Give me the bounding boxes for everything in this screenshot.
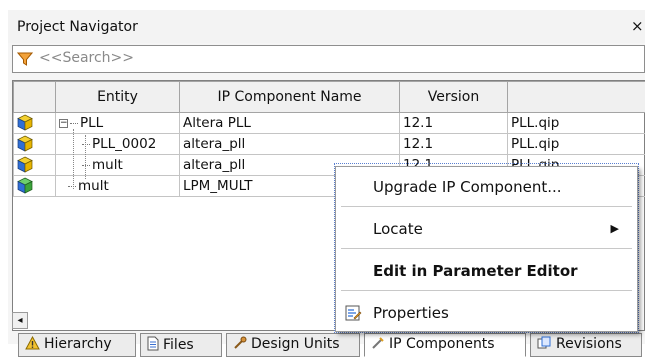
version-cell: 12.1 [400, 113, 508, 134]
menu-item-label: Locate [373, 220, 423, 238]
navigator-tabs: Hierarchy Files Design Units IP Componen… [14, 333, 645, 357]
tab-hierarchy[interactable]: Hierarchy [18, 333, 136, 357]
menu-item-label: Edit in Parameter Editor [373, 262, 578, 280]
tree-connector [85, 135, 86, 179]
menu-item-label: Upgrade IP Component... [373, 178, 562, 196]
file-cell: PLL.qip [508, 113, 645, 134]
table-row[interactable]: PLL_0002 altera_pll 12.1 PLL.qip [14, 134, 645, 155]
tab-label: Hierarchy [44, 336, 112, 352]
tab-label: Design Units [251, 336, 340, 352]
entity-cell: PLL_0002 [56, 134, 180, 155]
collapse-toggle[interactable]: − [59, 119, 68, 128]
row-icon-cell [14, 176, 56, 197]
column-header-ip-component-name[interactable]: IP Component Name [180, 82, 400, 113]
menu-separator [341, 248, 632, 249]
version-cell: 12.1 [400, 134, 508, 155]
hierarchy-warning-icon [25, 336, 40, 354]
menu-item-edit-in-parameter-editor[interactable]: Edit in Parameter Editor [336, 259, 637, 283]
properties-icon [344, 304, 362, 329]
tab-revisions[interactable]: Revisions [530, 333, 642, 357]
context-menu: Upgrade IP Component... Locate ▶ Edit in… [335, 166, 638, 332]
row-icon-cell [14, 155, 56, 176]
tab-design-units[interactable]: Design Units [226, 333, 360, 357]
entity-name: mult [92, 157, 123, 173]
file-cell: PLL.qip [508, 134, 645, 155]
tab-label: Revisions [556, 336, 622, 352]
menu-item-properties[interactable]: Properties [336, 301, 637, 325]
entity-cell: mult [56, 155, 180, 176]
component-cell: Altera PLL [180, 113, 400, 134]
column-header-entity[interactable]: Entity [56, 82, 180, 113]
table-header-row: Entity IP Component Name Version [14, 82, 645, 113]
ip-component-green-icon [14, 178, 33, 194]
table-row[interactable]: − PLL Altera PLL 12.1 PLL.qip [14, 113, 645, 134]
menu-item-label: Properties [373, 304, 449, 322]
row-icon-cell [14, 134, 56, 155]
menu-separator [341, 290, 632, 291]
column-header-file[interactable] [508, 82, 645, 113]
tree-connector [73, 129, 74, 189]
close-icon[interactable]: × [631, 17, 644, 35]
entity-name: PLL [80, 115, 103, 131]
menu-separator [341, 206, 632, 207]
ip-component-icon [14, 115, 33, 131]
menu-item-locate[interactable]: Locate ▶ [336, 217, 637, 241]
panel-titlebar: Project Navigator × [8, 10, 645, 43]
panel-title: Project Navigator [17, 19, 138, 35]
ip-component-icon [14, 157, 33, 173]
submenu-arrow-icon: ▶ [611, 217, 619, 241]
search-field[interactable]: <<Search>> [12, 45, 645, 73]
revisions-icon [537, 336, 552, 354]
entity-cell: − PLL [56, 113, 180, 134]
entity-cell: mult [56, 176, 180, 197]
tab-ip-components[interactable]: IP Components [364, 333, 526, 357]
tab-label: IP Components [389, 336, 495, 352]
scroll-left-button[interactable]: ◂ [12, 312, 28, 329]
funnel-icon[interactable] [17, 51, 33, 71]
search-placeholder: <<Search>> [39, 50, 134, 66]
component-cell: altera_pll [180, 134, 400, 155]
entity-name: mult [78, 178, 109, 194]
ip-component-icon [14, 136, 33, 152]
menu-item-upgrade-ip-component[interactable]: Upgrade IP Component... [336, 175, 637, 199]
entity-name: PLL_0002 [92, 136, 156, 152]
ip-components-icon [371, 336, 385, 354]
row-icon-cell [14, 113, 56, 134]
column-header-icon[interactable] [14, 82, 56, 113]
tab-files[interactable]: Files [140, 333, 222, 357]
column-header-version[interactable]: Version [400, 82, 508, 113]
file-icon [147, 336, 159, 355]
design-units-icon [233, 336, 247, 354]
